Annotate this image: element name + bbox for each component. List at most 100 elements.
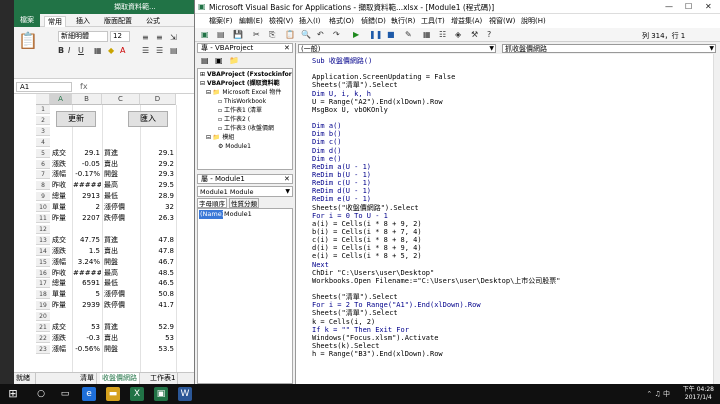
row-header[interactable]: 14: [36, 246, 50, 256]
insert-module-icon[interactable]: ▤: [217, 30, 225, 39]
cell-a[interactable]: 昨量: [51, 301, 72, 310]
cell-c[interactable]: 買進: [103, 149, 139, 158]
code-line[interactable]: Sheets("清單").Select: [312, 293, 712, 301]
cell-a[interactable]: 昨收: [51, 181, 72, 190]
cell-d[interactable]: [140, 127, 175, 136]
row-header[interactable]: 8: [36, 181, 50, 191]
excel-icon[interactable]: X: [130, 387, 144, 401]
cell-c[interactable]: 賣出: [103, 247, 139, 256]
row-header[interactable]: 10: [36, 203, 50, 213]
tab-home[interactable]: 常用: [44, 16, 66, 27]
cell-d[interactable]: 50.8: [140, 290, 175, 299]
sheet-tab-list[interactable]: 清單: [78, 373, 97, 384]
tree-item-module1[interactable]: ⚙ Module1: [218, 143, 251, 151]
cell-b[interactable]: -0.17%: [72, 170, 101, 179]
menu-view[interactable]: 檢視(V): [269, 16, 293, 26]
chevron-down-icon[interactable]: ▼: [489, 45, 494, 53]
menu-tools[interactable]: 工具(T): [421, 16, 445, 26]
cell-a[interactable]: [51, 312, 72, 321]
cell-d[interactable]: 48.5: [140, 269, 175, 278]
cell-c[interactable]: 最高: [103, 181, 139, 190]
toggle-folders-icon[interactable]: 📁: [229, 56, 239, 65]
fill-color-icon[interactable]: ◆: [108, 46, 114, 55]
tab-page-layout[interactable]: 版面配置: [100, 16, 136, 27]
code-line[interactable]: ReDim a(U - 1): [312, 163, 712, 171]
row-header[interactable]: 20: [36, 312, 50, 322]
close-icon[interactable]: ✕: [284, 175, 290, 184]
view-object-icon[interactable]: ▣: [215, 56, 223, 65]
code-line[interactable]: e(i) = Cells(i * 8 + 5, 2): [312, 252, 712, 260]
cell-c[interactable]: [103, 225, 139, 234]
name-box[interactable]: A1: [16, 82, 72, 92]
cell-c[interactable]: 漲停價: [103, 203, 139, 212]
code-line[interactable]: Sheets("清單").Select: [312, 81, 712, 89]
font-name-select[interactable]: 新細明體: [58, 31, 108, 42]
chevron-down-icon[interactable]: ▼: [285, 188, 290, 195]
paste-icon[interactable]: 📋: [285, 30, 295, 39]
align-top-icon[interactable]: ≡: [142, 33, 149, 42]
cell-d[interactable]: [140, 312, 175, 321]
design-mode-icon[interactable]: ✎: [405, 30, 412, 39]
cell-b[interactable]: 1.5: [72, 247, 101, 256]
code-line[interactable]: ReDim e(U - 1): [312, 195, 712, 203]
file-explorer-icon[interactable]: ▬: [106, 387, 120, 401]
tree-folder-excel-objects[interactable]: ⊟ 📁 Microsoft Excel 物件: [206, 89, 281, 97]
row-header[interactable]: 21: [36, 323, 50, 332]
cell-d[interactable]: 47.8: [140, 247, 175, 256]
cell-c[interactable]: [103, 127, 139, 136]
task-view-icon[interactable]: ▭: [58, 387, 72, 401]
cell-c[interactable]: 跌停價: [103, 301, 139, 310]
code-line[interactable]: k = Cells(i, 2): [312, 318, 712, 326]
cell-d[interactable]: 47.8: [140, 236, 175, 245]
tab-formulas[interactable]: 公式: [142, 16, 164, 27]
code-line[interactable]: Next: [312, 261, 712, 269]
cell-b[interactable]: ######: [72, 181, 101, 190]
cell-d[interactable]: 28.9: [140, 192, 175, 201]
chevron-down-icon[interactable]: ▼: [709, 45, 714, 53]
cut-icon[interactable]: ✂: [253, 30, 260, 39]
view-code-icon[interactable]: ▤: [201, 56, 209, 65]
minimize-icon[interactable]: —: [665, 2, 673, 11]
code-line[interactable]: U = Range("A2").End(xlDown).Row: [312, 98, 712, 106]
cell-c[interactable]: 最高: [103, 269, 139, 278]
cell-d[interactable]: 46.5: [140, 279, 175, 288]
cell-a[interactable]: 昨收: [51, 269, 72, 278]
object-browser-icon[interactable]: ◈: [455, 30, 461, 39]
code-line[interactable]: [312, 65, 712, 73]
properties-object-select[interactable]: Module1 Module ▼: [197, 186, 293, 197]
tree-item-thisworkbook[interactable]: ▫ ThisWorkbook: [218, 98, 266, 106]
align-middle-icon[interactable]: ≡: [156, 33, 163, 42]
cell-c[interactable]: [103, 138, 139, 147]
cell-a[interactable]: 總量: [51, 279, 72, 288]
code-line[interactable]: Sub 收盤價網路(): [312, 57, 712, 65]
cell-b[interactable]: 29.1: [72, 149, 101, 158]
cell-b[interactable]: [72, 312, 101, 321]
code-line[interactable]: ReDim d(U - 1): [312, 187, 712, 195]
cell-d[interactable]: 29.2: [140, 160, 175, 169]
property-value[interactable]: Module1: [224, 210, 252, 219]
tree-folder-modules[interactable]: ⊟ 📁 模組: [206, 134, 234, 142]
tab-file[interactable]: 檔案: [14, 14, 40, 27]
cell-a[interactable]: 單量: [51, 290, 72, 299]
project-tree[interactable]: ⊞ VBAProject (Fxstockinfor ⊟ VBAProject …: [197, 68, 293, 170]
code-scrollbar[interactable]: [713, 54, 720, 384]
cell-d[interactable]: 41.7: [140, 301, 175, 310]
code-line[interactable]: a(i) = Cells(i * 8 + 9, 2): [312, 220, 712, 228]
row-header[interactable]: 7: [36, 170, 50, 180]
code-line[interactable]: Workbooks.Open Filename:="C:\Users\user\…: [312, 277, 712, 285]
object-select[interactable]: (一般) ▼: [298, 44, 496, 53]
cell-b[interactable]: [72, 225, 101, 234]
cell-a[interactable]: 成交: [51, 323, 72, 332]
menu-insert[interactable]: 插入(I): [299, 16, 321, 26]
tab-categorized[interactable]: 性質分類: [229, 198, 259, 208]
cell-c[interactable]: 漲停價: [103, 290, 139, 299]
close-icon[interactable]: ✕: [284, 44, 290, 53]
menu-window[interactable]: 視窗(W): [489, 16, 515, 26]
cell-c[interactable]: 開盤: [103, 258, 139, 267]
close-icon[interactable]: ✕: [705, 2, 712, 11]
bold-icon[interactable]: B: [58, 46, 64, 55]
procedure-select[interactable]: 抓收盤價網路 ▼: [502, 44, 716, 53]
menu-edit[interactable]: 編輯(E): [239, 16, 263, 26]
code-line[interactable]: Windows("Focus.xlsm").Activate: [312, 334, 712, 342]
underline-icon[interactable]: U: [78, 46, 84, 55]
